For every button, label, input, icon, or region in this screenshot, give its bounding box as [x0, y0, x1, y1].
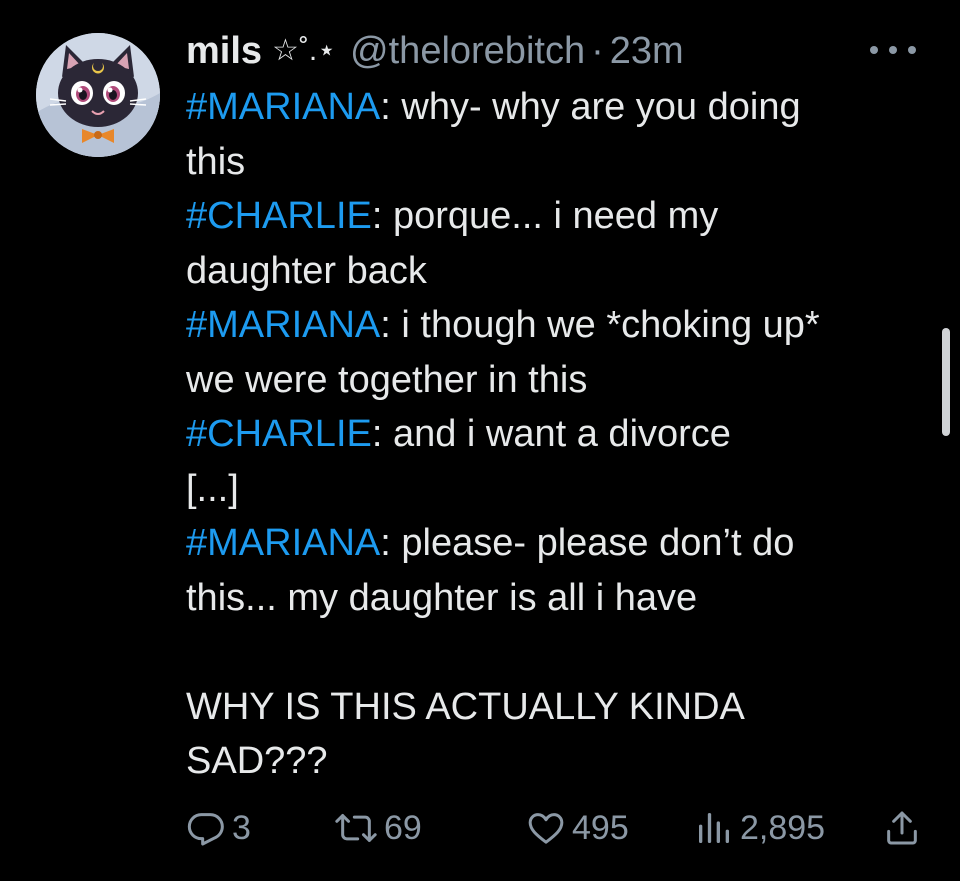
avatar[interactable]	[36, 33, 160, 157]
reply-button[interactable]: 3	[186, 800, 251, 856]
line-text: this	[186, 140, 246, 183]
more-dot	[889, 46, 897, 54]
tweet[interactable]: mils ☆˚.⋆ @thelorebitch · 23m #MARIANA: …	[0, 0, 960, 881]
tweet-line: this... my daughter is all i have	[186, 571, 906, 626]
tweet-line: this	[186, 135, 906, 190]
retweet-count: 69	[384, 808, 422, 847]
tweet-text: #MARIANA: why- why are you doing this #C…	[186, 80, 906, 789]
reply-count: 3	[232, 808, 251, 847]
tweet-line: SAD???	[186, 734, 906, 789]
hashtag-link[interactable]: #MARIANA	[186, 304, 380, 346]
line-text: : i though we *choking up*	[380, 304, 820, 346]
views-button[interactable]: 2,895	[694, 800, 825, 856]
tweet-line: WHY IS THIS ACTUALLY KINDA	[186, 680, 906, 735]
heart-icon	[528, 813, 564, 844]
tweet-line: daughter back	[186, 244, 906, 299]
hashtag-link[interactable]: #CHARLIE	[186, 413, 372, 455]
share-icon	[887, 811, 917, 845]
share-button[interactable]	[882, 800, 928, 856]
user-handle[interactable]: @thelorebitch	[350, 24, 585, 78]
tweet-line: [...]	[186, 462, 906, 517]
tweet-line: #CHARLIE: and i want a divorce	[186, 407, 906, 462]
tweet-header: mils ☆˚.⋆ @thelorebitch · 23m	[186, 24, 684, 78]
name-decoration: ☆˚.⋆	[272, 34, 337, 67]
display-name[interactable]: mils	[186, 24, 262, 78]
timestamp[interactable]: 23m	[610, 24, 684, 78]
tweet-line: #MARIANA: i though we *choking up*	[186, 298, 906, 353]
tweet-line: #MARIANA: why- why are you doing	[186, 80, 906, 135]
tweet-line: #CHARLIE: porque... i need my	[186, 189, 906, 244]
scrollbar[interactable]	[942, 328, 950, 436]
like-count: 495	[572, 808, 629, 847]
hashtag-link[interactable]: #MARIANA	[186, 86, 380, 128]
hashtag-link[interactable]: #CHARLIE	[186, 195, 372, 237]
line-text: SAD???	[186, 740, 328, 782]
line-text: : and i want a divorce	[371, 413, 731, 455]
tweet-line: #MARIANA: please- please don’t do	[186, 516, 906, 571]
line-text: : porque... i need my	[371, 195, 719, 237]
line-text: we were together in this	[186, 358, 588, 401]
header-separator: ·	[591, 30, 604, 72]
like-button[interactable]: 495	[526, 800, 629, 856]
retweet-button[interactable]: 69	[334, 800, 422, 856]
hashtag-link[interactable]: #MARIANA	[186, 522, 380, 564]
line-text: WHY IS THIS ACTUALLY KINDA	[186, 685, 745, 728]
avatar-cat-image	[36, 33, 160, 157]
more-dot	[870, 46, 878, 54]
action-bar: 3 69 495 2,895	[186, 800, 920, 856]
analytics-icon	[699, 813, 729, 843]
line-text: : why- why are you doing	[380, 86, 801, 128]
tweet-line: we were together in this	[186, 353, 906, 408]
line-text: : please- please don’t do	[380, 522, 795, 564]
line-text: [...]	[186, 467, 239, 510]
line-text: daughter back	[186, 249, 427, 292]
reply-icon	[187, 813, 224, 846]
more-dot	[908, 46, 916, 54]
views-count: 2,895	[740, 808, 826, 847]
retweet-icon	[335, 814, 377, 842]
line-text: this... my daughter is all i have	[186, 576, 698, 619]
more-icon[interactable]	[870, 40, 916, 60]
